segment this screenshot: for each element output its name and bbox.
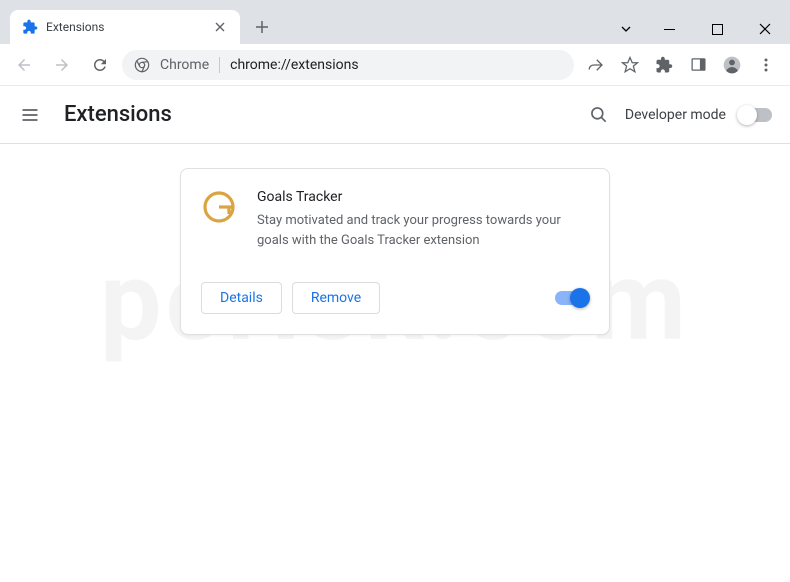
forward-button[interactable]	[46, 49, 78, 81]
toggle-knob	[570, 288, 590, 308]
back-button[interactable]	[8, 49, 40, 81]
omnibox-origin: Chrome	[160, 57, 209, 73]
toolbar-icons	[580, 49, 782, 81]
browser-tab[interactable]: Extensions	[10, 10, 240, 44]
minimize-button[interactable]	[646, 14, 692, 44]
omnibox-url: chrome://extensions	[230, 57, 562, 73]
page-title: Extensions	[64, 102, 581, 127]
close-icon[interactable]	[212, 19, 228, 35]
close-window-button[interactable]	[742, 14, 788, 44]
developer-mode-toggle[interactable]	[738, 108, 772, 122]
extension-logo	[201, 189, 237, 225]
extensions-header: Extensions Developer mode	[0, 86, 790, 144]
search-icon[interactable]	[581, 97, 617, 133]
extension-description: Stay motivated and track your progress t…	[257, 211, 589, 250]
puzzle-icon	[22, 19, 38, 35]
extension-info: Goals Tracker Stay motivated and track y…	[257, 189, 589, 250]
reload-button[interactable]	[84, 49, 116, 81]
maximize-button[interactable]	[694, 14, 740, 44]
window-controls	[608, 12, 790, 44]
developer-mode-label: Developer mode	[625, 107, 726, 123]
extension-card: Goals Tracker Stay motivated and track y…	[180, 168, 610, 335]
new-tab-button[interactable]	[248, 13, 276, 41]
window-titlebar: Extensions	[0, 0, 790, 44]
tabs-strip: Extensions	[0, 0, 608, 44]
remove-button[interactable]: Remove	[292, 282, 380, 314]
extensions-list: pcrisk.com Goals Tracker Stay motivated …	[0, 144, 790, 359]
menu-icon[interactable]	[750, 49, 782, 81]
chevron-down-icon[interactable]	[608, 14, 644, 44]
card-header: Goals Tracker Stay motivated and track y…	[201, 189, 589, 250]
omnibox[interactable]: Chrome chrome://extensions	[122, 50, 574, 80]
tab-title: Extensions	[46, 20, 204, 34]
extension-name: Goals Tracker	[257, 189, 589, 205]
share-icon[interactable]	[580, 49, 612, 81]
extension-enable-toggle[interactable]	[555, 291, 589, 305]
bookmark-icon[interactable]	[614, 49, 646, 81]
extensions-icon[interactable]	[648, 49, 680, 81]
toggle-knob	[737, 105, 757, 125]
profile-icon[interactable]	[716, 49, 748, 81]
chrome-icon	[134, 57, 150, 73]
address-bar: Chrome chrome://extensions	[0, 44, 790, 86]
sidepanel-icon[interactable]	[682, 49, 714, 81]
omnibox-separator	[219, 57, 220, 73]
details-button[interactable]: Details	[201, 282, 282, 314]
card-actions: Details Remove	[201, 282, 589, 314]
hamburger-icon[interactable]	[18, 103, 42, 127]
